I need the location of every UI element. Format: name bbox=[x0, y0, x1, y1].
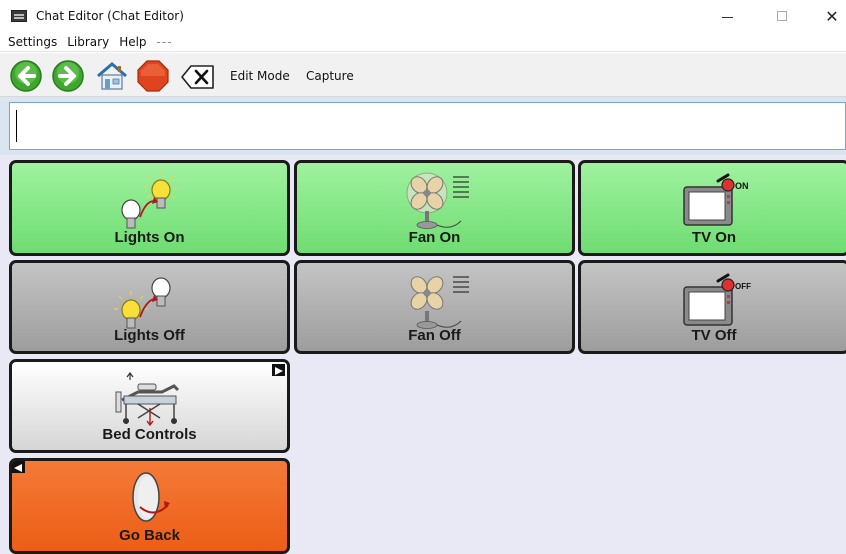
hospital-bed-icon bbox=[115, 372, 179, 427]
clear-icon bbox=[181, 65, 214, 89]
capture-button[interactable]: Capture bbox=[306, 69, 354, 83]
lights-on-button[interactable]: Lights On bbox=[9, 160, 290, 256]
tv-off-button[interactable]: OFF TV Off bbox=[578, 260, 846, 354]
message-bar-area bbox=[0, 97, 846, 155]
fan-on-icon bbox=[406, 172, 469, 229]
go-back-icon bbox=[131, 472, 170, 522]
button-label: TV On bbox=[691, 229, 737, 246]
minimize-button[interactable] bbox=[712, 4, 742, 28]
button-board: Lights On Fan On ON TV On Lights Off Fan… bbox=[0, 155, 846, 554]
fan-on-button[interactable]: Fan On bbox=[294, 160, 575, 256]
back-arrow-icon bbox=[10, 60, 42, 92]
maximize-icon bbox=[777, 11, 787, 21]
fan-off-icon bbox=[410, 276, 469, 329]
tv-off-icon: OFF bbox=[683, 273, 751, 326]
lights-off-button[interactable]: Lights Off bbox=[9, 260, 290, 354]
message-input[interactable] bbox=[9, 102, 846, 150]
tv-on-badge: ON bbox=[735, 181, 749, 191]
menu-help[interactable]: Help bbox=[119, 35, 146, 49]
maximize-button[interactable] bbox=[767, 4, 797, 28]
close-button[interactable]: ✕ bbox=[817, 4, 846, 28]
menu-settings[interactable]: Settings bbox=[8, 35, 57, 49]
tv-on-button[interactable]: ON TV On bbox=[578, 160, 846, 256]
menu-library[interactable]: Library bbox=[67, 35, 109, 49]
button-label: Fan On bbox=[408, 229, 461, 246]
lights-off-icon bbox=[113, 277, 171, 329]
stop-icon bbox=[137, 60, 169, 92]
button-label: TV Off bbox=[691, 327, 737, 344]
menu-more[interactable]: --- bbox=[157, 35, 173, 49]
go-back-button[interactable]: Go Back bbox=[9, 458, 290, 554]
text-caret bbox=[16, 110, 17, 142]
folder-arrow-icon bbox=[272, 364, 285, 376]
tv-on-icon: ON bbox=[683, 173, 749, 226]
button-label: Lights On bbox=[114, 229, 185, 246]
edit-mode-button[interactable]: Edit Mode bbox=[230, 69, 290, 83]
tv-off-badge: OFF bbox=[735, 282, 751, 291]
lights-on-icon bbox=[120, 171, 178, 229]
title-bar: Chat Editor (Chat Editor) ✕ bbox=[0, 0, 846, 32]
stop-button[interactable] bbox=[136, 59, 170, 93]
close-icon: ✕ bbox=[825, 6, 839, 26]
forward-arrow-icon bbox=[52, 60, 84, 92]
clear-button[interactable] bbox=[180, 63, 216, 91]
back-button[interactable] bbox=[10, 60, 42, 92]
home-icon bbox=[97, 62, 127, 90]
button-label: Fan Off bbox=[408, 327, 461, 344]
menu-bar: Settings Library Help --- bbox=[0, 32, 846, 52]
back-arrow-small-icon bbox=[12, 461, 25, 473]
button-label: Lights Off bbox=[114, 327, 185, 344]
minimize-icon bbox=[721, 16, 733, 18]
app-icon bbox=[11, 10, 27, 22]
window-title: Chat Editor (Chat Editor) bbox=[36, 9, 184, 23]
forward-button[interactable] bbox=[52, 60, 84, 92]
toolbar: Edit Mode Capture bbox=[0, 53, 846, 97]
button-label: Go Back bbox=[119, 527, 180, 544]
home-button[interactable] bbox=[95, 60, 129, 92]
fan-off-button[interactable]: Fan Off bbox=[294, 260, 575, 354]
bed-controls-button[interactable]: Bed Controls bbox=[9, 359, 290, 453]
button-label: Bed Controls bbox=[102, 426, 197, 443]
